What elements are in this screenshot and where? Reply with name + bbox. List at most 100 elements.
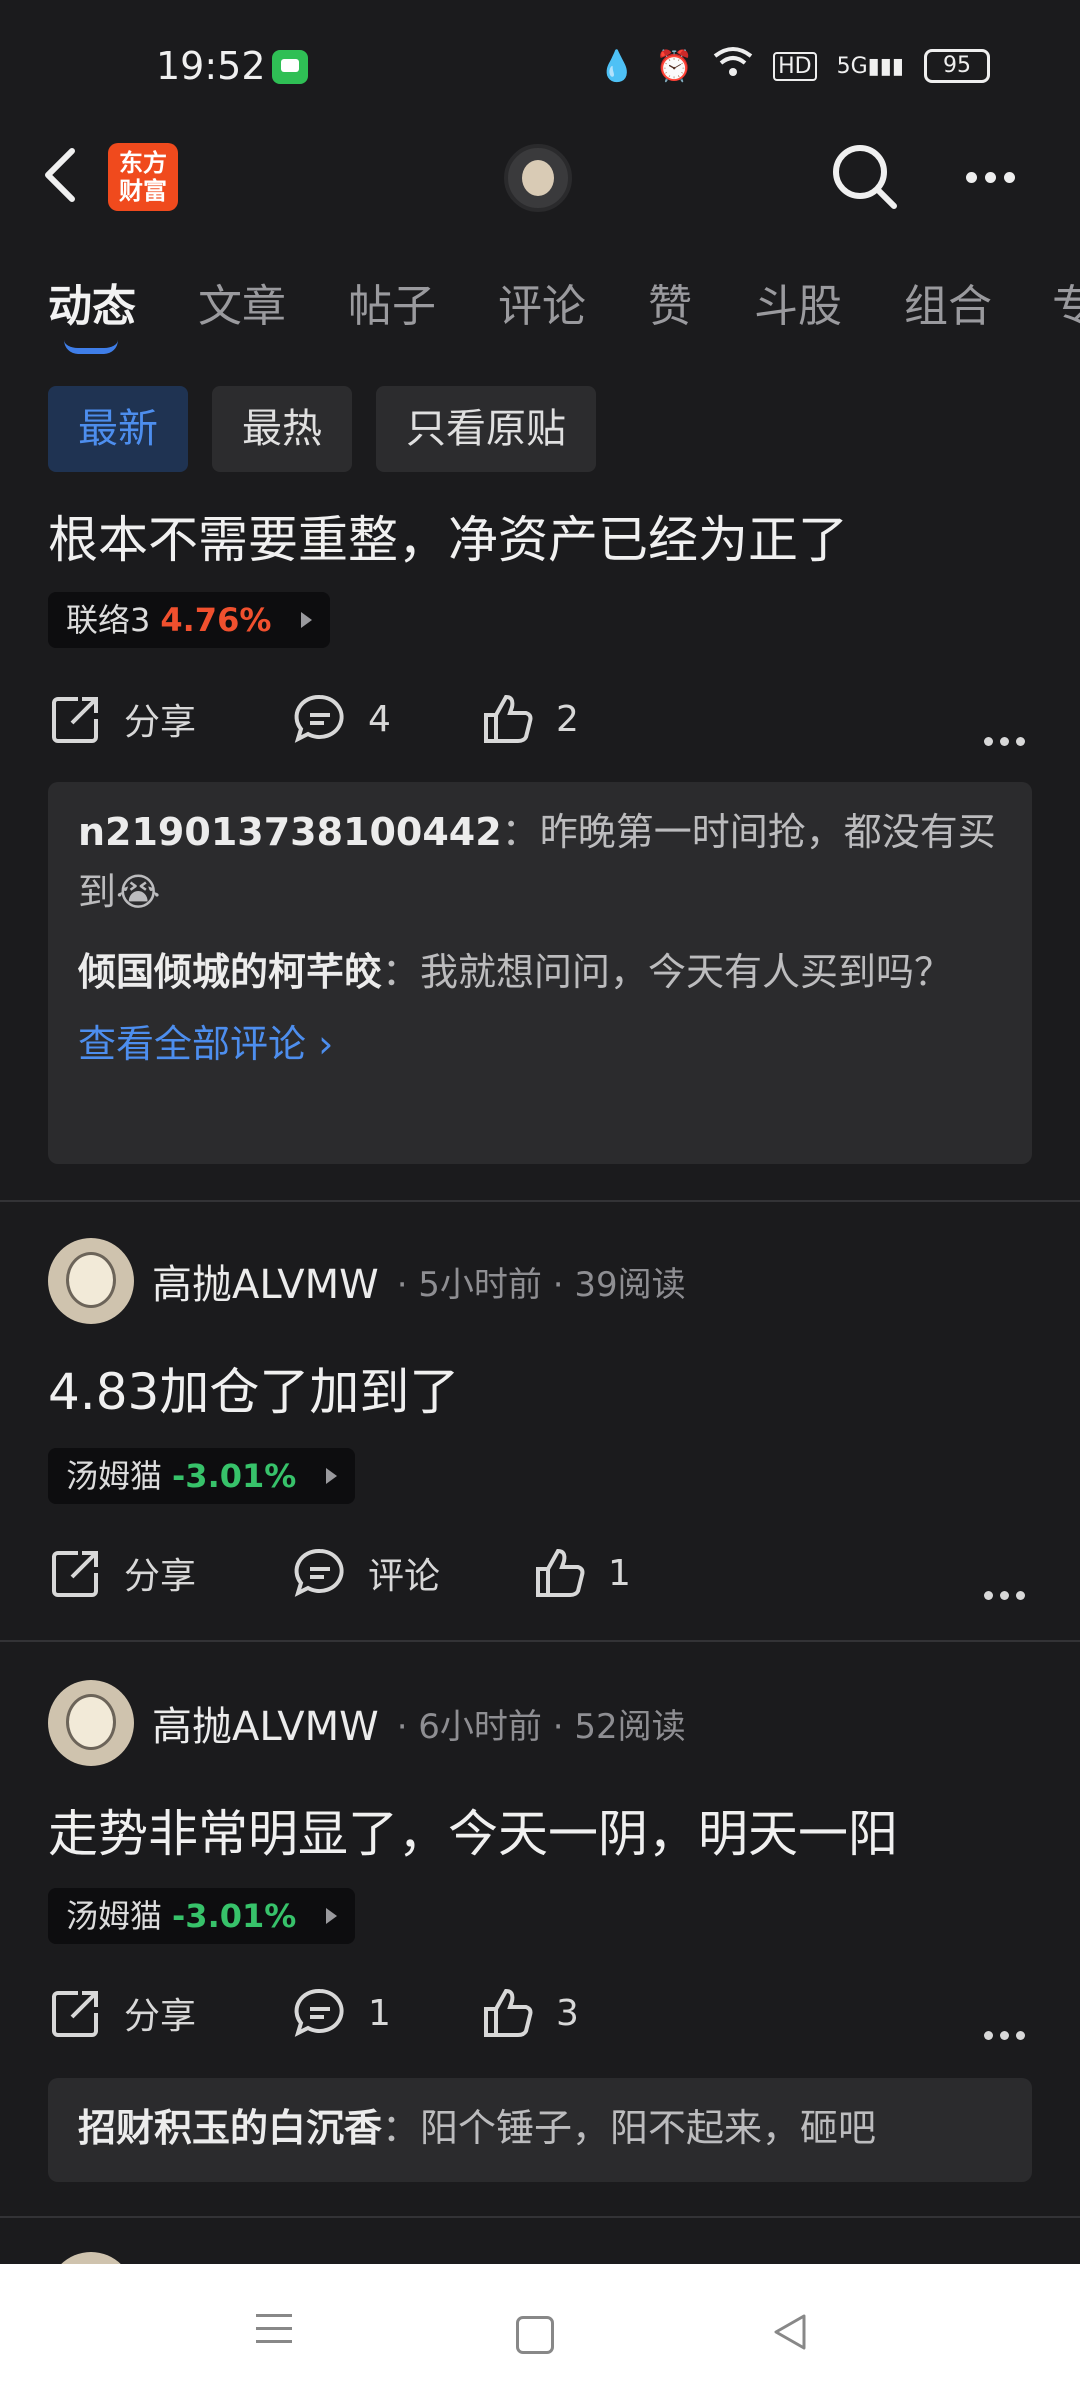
post-text[interactable]: 根本不需要重整，净资产已经为正了 [48,500,848,572]
post-more-button[interactable] [984,2008,1032,2049]
app-logo[interactable]: 东方 财富 [108,143,178,211]
comment-sep: ： [382,2106,421,2150]
drop-icon: 💧 [598,48,636,84]
battery-icon: 95 [924,49,990,83]
post-more-button[interactable] [984,714,1032,755]
author-name[interactable]: 高抛ALVMW [152,1252,379,1310]
share-button[interactable]: 分享 [48,684,196,754]
avatar[interactable] [48,1680,134,1766]
tab-articles[interactable]: 文章 [198,270,286,334]
stock-name: 汤姆猫 [66,1897,163,1935]
nav-back-button[interactable] [770,2312,810,2352]
stock-change: -3.01% [172,1897,297,1935]
more-icon [984,1591,993,1600]
filter-hottest[interactable]: 最热 [212,386,352,472]
back-button[interactable] [40,145,90,205]
status-bar: 19:52 💧 ⏰ HD 5G▮▮▮ 95 [0,0,1080,130]
tab-likes[interactable]: 赞 [648,270,692,334]
comment-preview[interactable]: n219013738100442：昨晚第一时间抢，都没有买到😭 倾国倾城的柯芊皎… [48,782,1032,1164]
status-icons: 💧 ⏰ HD 5G▮▮▮ 95 [598,46,990,86]
stock-tag[interactable]: 联络3 4.76% [48,592,331,648]
share-label: 分享 [124,702,197,743]
post-text[interactable]: 走势非常明显了，今天一阴，明天一阳 [48,1794,898,1866]
like-button[interactable]: 3 [480,1978,579,2048]
comment-sep: ： [382,950,421,994]
view-all-label: 查看全部评论 [78,1022,307,1066]
comment-author[interactable]: 招财积玉的白沉香 [78,2106,382,2150]
like-count: 1 [608,1552,631,1594]
play-icon [326,1468,338,1484]
tab-bar: 动态 文章 帖子 评论 赞 斗股 组合 专 [0,270,1080,350]
search-button[interactable] [828,140,902,214]
avatar[interactable] [48,1238,134,1324]
hd-icon: HD [773,51,817,81]
share-button[interactable]: 分享 [48,1538,196,1608]
post-meta: · 6小时前 · 52阅读 [396,1706,686,1747]
comment-button[interactable]: 4 [292,684,391,754]
post-text[interactable]: 4.83加仓了加到了 [48,1352,459,1424]
post-more-button[interactable] [984,1568,1032,1609]
post-actions: 分享 评论 1 [48,1538,1032,1608]
thumbs-up-icon [484,1988,533,2037]
tab-dynamic[interactable]: 动态 [48,270,136,334]
thumbs-up-icon [484,694,533,743]
comment-author[interactable]: 倾国倾城的柯芊皎 [78,950,382,994]
like-button[interactable]: 2 [480,684,579,754]
signal-icon: 5G▮▮▮ [836,53,904,79]
share-label: 分享 [124,1996,197,2037]
comment-count: 1 [368,1992,391,2034]
post-author-row: 高抛ALVMW · 6小时前 · 52阅读 [48,1678,686,1768]
home-button[interactable] [516,2316,554,2354]
more-options-button[interactable] [966,168,1026,183]
stock-tag[interactable]: 汤姆猫 -3.01% [48,1448,356,1504]
alarm-icon: ⏰ [655,48,694,84]
view-all-comments-link[interactable]: 查看全部评论 › [78,1014,1002,1074]
comment-icon [294,694,344,743]
tab-special[interactable]: 专 [1052,270,1080,334]
comment-item: 招财积玉的白沉香：阳个锤子，阳不起来，砸吧 [78,2098,1002,2158]
comment-text: 我就想问问，今天有人买到吗？ [420,950,953,994]
message-app-icon [272,50,308,84]
tab-posts[interactable]: 帖子 [348,270,436,334]
author-name[interactable]: 高抛ALVMW [152,1694,379,1752]
thumbs-up-icon [536,1548,585,1597]
comment-button[interactable]: 1 [292,1978,391,2048]
post-meta: · 5小时前 · 39阅读 [396,1264,686,1305]
wifi-icon [713,46,753,86]
tab-comments[interactable]: 评论 [498,270,586,334]
like-count: 2 [556,698,579,740]
comment-count: 4 [368,698,391,740]
stock-name: 联络3 [66,601,151,639]
play-icon [326,1908,338,1924]
like-button[interactable]: 1 [532,1538,631,1608]
chevron-right-icon: › [318,1022,334,1066]
comment-item: n219013738100442：昨晚第一时间抢，都没有买到😭 [78,802,1002,922]
filter-group: 最新 最热 只看原贴 [48,386,596,474]
comment-author[interactable]: n219013738100442 [78,810,502,854]
network-type: 5G [836,53,868,79]
filter-newest[interactable]: 最新 [48,386,188,472]
profile-avatar[interactable] [504,144,572,212]
comment-sep: ： [501,810,540,854]
comment-item: 倾国倾城的柯芊皎：我就想问问，今天有人买到吗？ [78,942,1002,1002]
play-icon [301,612,313,628]
post-actions: 分享 1 3 [48,1978,1032,2048]
stock-change: -3.01% [172,1457,297,1495]
tab-portfolio[interactable]: 组合 [904,270,992,334]
recent-apps-button[interactable] [256,2314,292,2353]
comment-preview[interactable]: 招财积玉的白沉香：阳个锤子，阳不起来，砸吧 [48,2078,1032,2182]
stock-tag[interactable]: 汤姆猫 -3.01% [48,1888,356,1944]
share-button[interactable]: 分享 [48,1978,196,2048]
post-actions: 分享 4 2 [48,684,1032,754]
share-icon [52,1991,98,2037]
search-icon [833,145,897,209]
tab-doustock[interactable]: 斗股 [754,270,842,334]
share-icon [52,1551,98,1597]
stock-change: 4.76% [160,601,272,639]
chevron-left-icon [45,148,75,202]
share-label: 分享 [124,1556,197,1597]
divider [0,1200,1080,1202]
comment-button[interactable]: 评论 [292,1538,440,1608]
filter-original-only[interactable]: 只看原贴 [376,386,596,472]
more-icon [966,172,977,183]
